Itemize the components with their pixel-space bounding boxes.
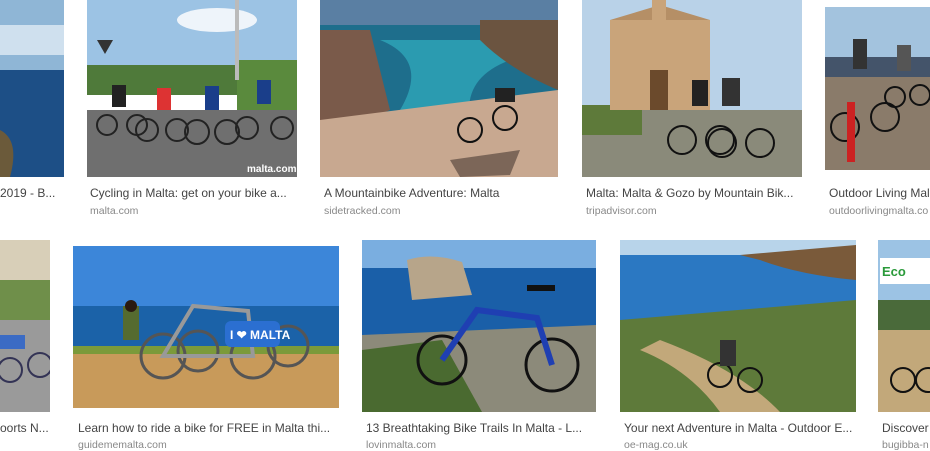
result-card[interactable]: oorts N... — [0, 240, 52, 450]
result-source[interactable]: sidetracked.com — [324, 205, 400, 217]
bike-logo: I ❤ MALTA — [230, 328, 291, 342]
result-thumbnail[interactable] — [620, 240, 856, 412]
result-card[interactable]: Your next Adventure in Malta - Outdoor E… — [620, 240, 858, 451]
result-thumbnail[interactable] — [582, 0, 802, 177]
watermark-text: malta.com — [247, 164, 297, 175]
result-source[interactable]: malta.com — [90, 205, 138, 217]
result-source[interactable]: outdoorlivingmalta.co — [829, 205, 930, 217]
result-title[interactable]: 2019 - B... — [0, 186, 64, 200]
result-title[interactable]: Your next Adventure in Malta - Outdoor E… — [624, 421, 858, 435]
result-title[interactable]: Discover — [882, 421, 930, 435]
result-card[interactable]: 2019 - B... — [0, 0, 66, 220]
result-card[interactable]: Malta: Malta & Gozo by Mountain Bik... t… — [582, 0, 804, 220]
result-card[interactable]: malta.com Cycling in Malta: get on your … — [87, 0, 299, 220]
result-title[interactable]: Learn how to ride a bike for FREE in Mal… — [78, 421, 341, 435]
result-source[interactable]: oe-mag.co.uk — [624, 439, 688, 451]
result-source[interactable]: guidememalta.com — [78, 439, 167, 451]
result-card[interactable]: A Mountainbike Adventure: Malta sidetrac… — [320, 0, 560, 220]
result-source[interactable]: bugibba-n — [882, 439, 930, 451]
result-title[interactable]: Malta: Malta & Gozo by Mountain Bik... — [586, 186, 802, 200]
result-thumbnail[interactable] — [0, 0, 64, 177]
result-title[interactable]: Outdoor Living Mal — [829, 186, 930, 200]
result-card[interactable]: Eco Discover bugibba-n — [878, 240, 930, 451]
result-thumbnail[interactable]: Eco — [878, 240, 930, 412]
result-title[interactable]: A Mountainbike Adventure: Malta — [324, 186, 558, 200]
result-thumbnail[interactable] — [362, 240, 596, 412]
result-card[interactable]: I ❤ MALTA Learn how to ride a bike for F… — [73, 240, 341, 451]
result-title[interactable]: Cycling in Malta: get on your bike a... — [90, 186, 297, 200]
result-title[interactable]: oorts N... — [0, 421, 52, 435]
result-thumbnail[interactable]: malta.com — [87, 0, 297, 177]
eco-logo: Eco — [882, 264, 906, 279]
result-thumbnail[interactable] — [825, 7, 930, 170]
result-card[interactable]: 13 Breathtaking Bike Trails In Malta - L… — [362, 240, 598, 451]
result-thumbnail[interactable] — [320, 0, 558, 177]
result-card[interactable]: Outdoor Living Mal outdoorlivingmalta.co — [825, 0, 930, 220]
result-thumbnail[interactable] — [0, 240, 50, 412]
result-source[interactable]: lovinmalta.com — [366, 439, 436, 451]
result-source[interactable]: tripadvisor.com — [586, 205, 657, 217]
result-thumbnail[interactable]: I ❤ MALTA — [73, 246, 339, 408]
result-title[interactable]: 13 Breathtaking Bike Trails In Malta - L… — [366, 421, 598, 435]
